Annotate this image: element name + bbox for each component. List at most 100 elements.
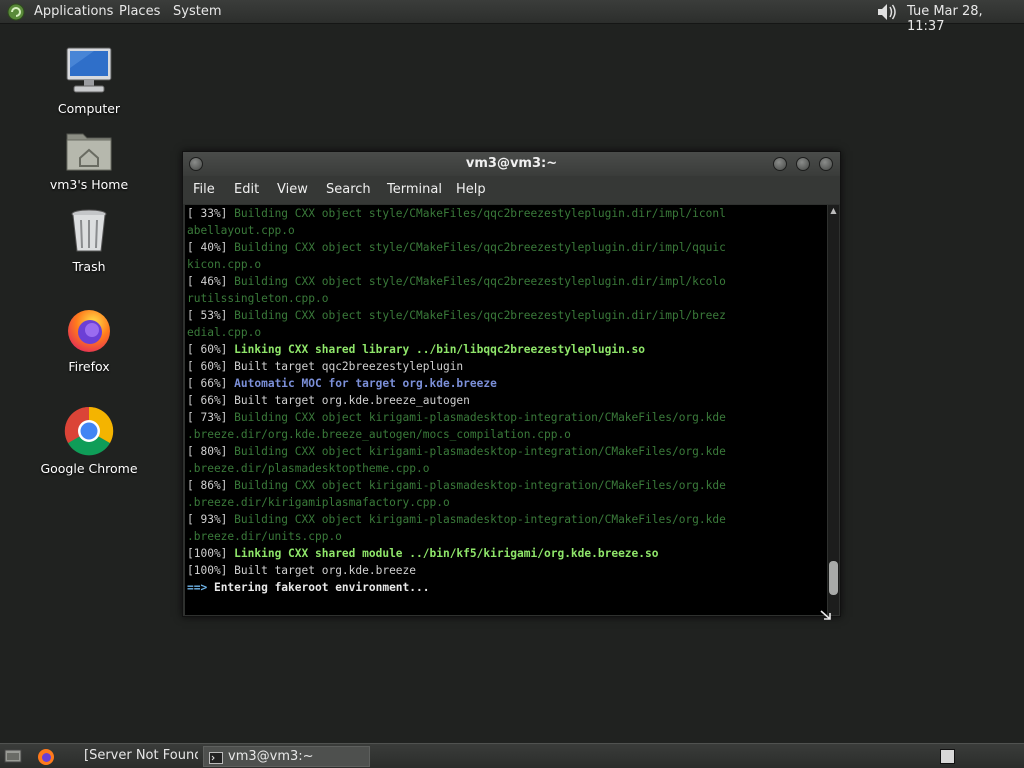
window-titlebar[interactable]: vm3@vm3:~ [183, 152, 840, 176]
desktop-icon-computer[interactable]: Computer [29, 46, 149, 116]
terminal-line: .breeze.dir/org.kde.breeze_autogen/mocs_… [187, 426, 827, 443]
desktop-icon-firefox[interactable]: Firefox [29, 306, 149, 374]
menu-search[interactable]: Search [326, 182, 371, 197]
line-text: .breeze.dir/units.cpp.o [187, 530, 342, 543]
workspace-switcher[interactable] [940, 749, 955, 764]
terminal-line: rutilssingleton.cpp.o [187, 290, 827, 307]
terminal-line: [ 60%] Linking CXX shared library ../bin… [187, 341, 827, 358]
terminal-line: abellayout.cpp.o [187, 222, 827, 239]
window-menu-button[interactable] [189, 157, 203, 171]
firefox-icon [68, 310, 110, 352]
desktop-icon-label: Google Chrome [40, 461, 138, 476]
desktop-icon-chrome[interactable]: Google Chrome [29, 406, 149, 476]
menu-file[interactable]: File [193, 182, 215, 197]
minimize-button[interactable] [773, 157, 787, 171]
desktop-icon-label: Firefox [68, 359, 110, 374]
desktop-icon-trash[interactable]: Trash [29, 208, 149, 274]
bottom-panel: [Server Not Found ... vm3@vm3:~ [0, 743, 1024, 768]
line-text: Building CXX object kirigami-plasmadeskt… [234, 479, 726, 492]
chrome-icon [64, 406, 114, 456]
terminal-line: [ 33%] Building CXX object style/CMakeFi… [187, 205, 827, 222]
menu-terminal[interactable]: Terminal [387, 182, 442, 197]
terminal-line: .breeze.dir/units.cpp.o [187, 528, 827, 545]
clock[interactable]: Tue Mar 28, 11:37 [907, 4, 1024, 34]
terminal-line: [ 93%] Building CXX object kirigami-plas… [187, 511, 827, 528]
line-prefix: [ 80%] [187, 445, 235, 458]
line-text: Building CXX object kirigami-plasmadeskt… [234, 411, 726, 424]
menu-edit[interactable]: Edit [234, 182, 259, 197]
desktop-icon-label: vm3's Home [49, 177, 129, 192]
desktop-icon-home[interactable]: vm3's Home [29, 128, 149, 192]
computer-icon [66, 47, 112, 93]
taskbar-button-terminal[interactable]: vm3@vm3:~ [203, 746, 370, 767]
line-text: Linking CXX shared module ../bin/kf5/kir… [234, 547, 659, 560]
line-text: .breeze.dir/org.kde.breeze_autogen/mocs_… [187, 428, 571, 441]
terminal-menubar: File Edit View Search Terminal Help [183, 176, 840, 204]
line-text: Built target qqc2breezestyleplugin [234, 360, 464, 373]
line-prefix: [100%] [187, 547, 235, 560]
line-text: Building CXX object style/CMakeFiles/qqc… [234, 309, 726, 322]
close-button[interactable] [819, 157, 833, 171]
line-text: Building CXX object kirigami-plasmadeskt… [234, 445, 726, 458]
terminal-line: [ 40%] Building CXX object style/CMakeFi… [187, 239, 827, 256]
system-menu[interactable]: System [173, 4, 221, 19]
terminal-line: [ 53%] Building CXX object style/CMakeFi… [187, 307, 827, 324]
trash-icon [71, 209, 107, 252]
applications-menu-icon[interactable] [7, 3, 25, 25]
resize-grip-icon[interactable] [819, 606, 833, 620]
line-prefix: [ 60%] [187, 343, 235, 356]
taskbar-button-firefox[interactable]: [Server Not Found ... [60, 746, 198, 767]
terminal-line: .breeze.dir/plasmadesktoptheme.cpp.o [187, 460, 827, 477]
maximize-button[interactable] [796, 157, 810, 171]
line-prefix: [100%] [187, 564, 235, 577]
terminal-output[interactable]: [ 33%] Building CXX object style/CMakeFi… [185, 205, 827, 615]
terminal-window[interactable]: vm3@vm3:~ File Edit View Search Terminal… [182, 151, 841, 620]
window-title: vm3@vm3:~ [465, 156, 558, 171]
line-text: Automatic MOC for target org.kde.breeze [234, 377, 497, 390]
terminal-line: [ 73%] Building CXX object kirigami-plas… [187, 409, 827, 426]
menu-help[interactable]: Help [456, 182, 486, 197]
menu-view[interactable]: View [277, 182, 308, 197]
line-prefix: [ 33%] [187, 207, 235, 220]
line-prefix: [ 73%] [187, 411, 235, 424]
line-text: .breeze.dir/kirigamiplasmafactory.cpp.o [187, 496, 450, 509]
line-text: Built target org.kde.breeze_autogen [234, 394, 470, 407]
line-prefix: [ 53%] [187, 309, 235, 322]
line-text: Building CXX object style/CMakeFiles/qqc… [234, 241, 726, 254]
show-desktop-icon[interactable] [4, 749, 22, 767]
line-prefix: [ 66%] [187, 377, 235, 390]
firefox-launcher-icon[interactable] [37, 748, 55, 768]
terminal-line: ==> Entering fakeroot environment... [187, 579, 827, 596]
terminal-line: [ 66%] Automatic MOC for target org.kde.… [187, 375, 827, 392]
taskbar-label: vm3@vm3:~ [228, 749, 314, 764]
line-prefix: ==> [187, 581, 214, 594]
places-menu[interactable]: Places [119, 4, 160, 19]
terminal-line: [ 66%] Built target org.kde.breeze_autog… [187, 392, 827, 409]
line-text: Building CXX object style/CMakeFiles/qqc… [234, 275, 726, 288]
taskbar-label: [Server Not Found ... [84, 748, 198, 763]
terminal-line: kicon.cpp.o [187, 256, 827, 273]
terminal-line: [ 46%] Building CXX object style/CMakeFi… [187, 273, 827, 290]
home-folder-icon [66, 133, 112, 171]
terminal-line: edial.cpp.o [187, 324, 827, 341]
terminal-icon [209, 751, 223, 766]
terminal-line: [ 80%] Building CXX object kirigami-plas… [187, 443, 827, 460]
volume-icon[interactable] [876, 2, 898, 26]
terminal-line: .breeze.dir/kirigamiplasmafactory.cpp.o [187, 494, 827, 511]
line-text: Entering fakeroot environment... [213, 581, 430, 594]
terminal-line: [ 86%] Building CXX object kirigami-plas… [187, 477, 827, 494]
line-text: rutilssingleton.cpp.o [187, 292, 329, 305]
line-text: kicon.cpp.o [187, 258, 262, 271]
line-prefix: [ 93%] [187, 513, 235, 526]
line-text: .breeze.dir/plasmadesktoptheme.cpp.o [187, 462, 430, 475]
line-text: Built target org.kde.breeze [234, 564, 417, 577]
line-prefix: [ 60%] [187, 360, 235, 373]
line-prefix: [ 86%] [187, 479, 235, 492]
line-prefix: [ 46%] [187, 275, 235, 288]
applications-menu[interactable]: Applications [34, 4, 113, 19]
scrollbar-thumb[interactable] [829, 561, 838, 595]
scroll-up-arrow-icon[interactable]: ▲ [829, 206, 838, 215]
terminal-line: [ 60%] Built target qqc2breezestyleplugi… [187, 358, 827, 375]
scrollbar[interactable]: ▲ [828, 205, 839, 615]
line-text: Building CXX object style/CMakeFiles/qqc… [234, 207, 726, 220]
